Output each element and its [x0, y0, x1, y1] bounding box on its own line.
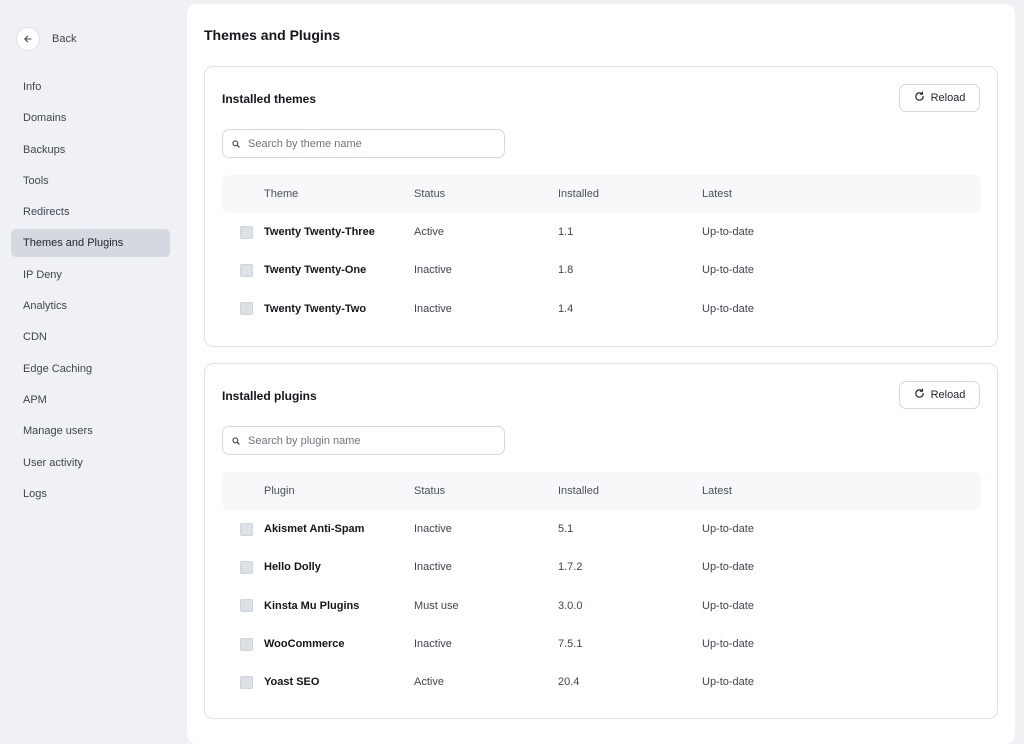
- plugin-name: Hello Dolly: [264, 561, 321, 574]
- table-row: Twenty Twenty-Two Inactive 1.4 Up-to-dat…: [222, 290, 981, 328]
- theme-status: Inactive: [414, 302, 452, 315]
- sidebar-item-user-activity[interactable]: User activity: [11, 449, 170, 477]
- themes-card: Installed themes Reload Theme Status Ins…: [204, 66, 998, 347]
- column-header-status: Status: [414, 188, 446, 200]
- theme-name: Twenty Twenty-Three: [264, 226, 375, 239]
- table-header: Plugin Status Installed Latest: [222, 472, 981, 510]
- row-checkbox[interactable]: [239, 560, 253, 574]
- reload-icon: [914, 91, 925, 105]
- sidebar-item-backups[interactable]: Backups: [11, 136, 170, 164]
- plugin-latest: Up-to-date: [702, 523, 754, 536]
- theme-latest: Up-to-date: [702, 264, 754, 277]
- plugins-card: Installed plugins Reload Plugin Status I…: [204, 363, 998, 719]
- table-row: Kinsta Mu Plugins Must use 3.0.0 Up-to-d…: [222, 587, 981, 625]
- table-row: WooCommerce Inactive 7.5.1 Up-to-date: [222, 625, 981, 663]
- main-panel: Themes and Plugins Installed themes Relo…: [187, 4, 1015, 744]
- column-header-installed: Installed: [558, 188, 599, 200]
- plugin-status: Active: [414, 676, 444, 689]
- plugins-table: Plugin Status Installed Latest Akismet A…: [222, 472, 981, 701]
- plugins-reload-button[interactable]: Reload: [899, 381, 980, 409]
- theme-latest: Up-to-date: [702, 226, 754, 239]
- row-checkbox[interactable]: [239, 522, 253, 536]
- row-checkbox[interactable]: [239, 599, 253, 613]
- theme-status: Inactive: [414, 264, 452, 277]
- plugin-search-input[interactable]: [248, 434, 488, 447]
- reload-label: Reload: [930, 92, 966, 104]
- row-checkbox[interactable]: [239, 637, 253, 651]
- themes-reload-button[interactable]: Reload: [899, 84, 980, 112]
- themes-table: Theme Status Installed Latest Twenty Twe…: [222, 175, 981, 328]
- sidebar-item-themes-and-plugins[interactable]: Themes and Plugins: [11, 229, 170, 258]
- theme-search-field[interactable]: [222, 129, 505, 158]
- table-row: Akismet Anti-Spam Inactive 5.1 Up-to-dat…: [222, 510, 981, 548]
- page-title: Themes and Plugins: [204, 27, 341, 43]
- row-checkbox[interactable]: [239, 263, 253, 277]
- themes-card-title: Installed themes: [222, 92, 317, 106]
- sidebar: Back Info Domains Backups Tools Redirect…: [0, 0, 186, 736]
- arrow-left-icon: [16, 27, 40, 51]
- plugin-status: Inactive: [414, 561, 452, 574]
- plugin-latest: Up-to-date: [702, 638, 754, 651]
- theme-installed-version: 1.1: [558, 226, 574, 239]
- plugin-installed-version: 5.1: [558, 523, 574, 536]
- search-icon: [232, 432, 240, 450]
- sidebar-item-cdn[interactable]: CDN: [11, 323, 170, 351]
- table-row: Twenty Twenty-Three Active 1.1 Up-to-dat…: [222, 213, 981, 251]
- column-header-plugin: Plugin: [264, 485, 295, 497]
- sidebar-item-info[interactable]: Info: [11, 73, 170, 101]
- column-header-latest: Latest: [702, 485, 732, 497]
- theme-name: Twenty Twenty-Two: [264, 302, 367, 315]
- plugin-name: Akismet Anti-Spam: [264, 523, 365, 536]
- row-checkbox[interactable]: [239, 675, 253, 689]
- sidebar-item-edge-caching[interactable]: Edge Caching: [11, 355, 170, 383]
- plugin-status: Inactive: [414, 523, 452, 536]
- row-checkbox[interactable]: [239, 225, 253, 239]
- back-button[interactable]: Back: [16, 27, 76, 51]
- plugin-name: WooCommerce: [264, 638, 345, 651]
- sidebar-item-analytics[interactable]: Analytics: [11, 292, 170, 320]
- plugin-installed-version: 20.4: [558, 676, 580, 689]
- sidebar-nav: Info Domains Backups Tools Redirects The…: [11, 73, 170, 511]
- table-row: Twenty Twenty-One Inactive 1.8 Up-to-dat…: [222, 251, 981, 289]
- sidebar-item-domains[interactable]: Domains: [11, 104, 170, 132]
- plugins-card-title: Installed plugins: [222, 389, 317, 403]
- theme-search-input[interactable]: [248, 137, 488, 150]
- reload-label: Reload: [930, 389, 966, 401]
- sidebar-item-ip-deny[interactable]: IP Deny: [11, 261, 170, 289]
- theme-installed-version: 1.4: [558, 302, 574, 315]
- plugin-installed-version: 7.5.1: [558, 638, 583, 651]
- sidebar-item-apm[interactable]: APM: [11, 386, 170, 414]
- sidebar-item-logs[interactable]: Logs: [11, 480, 170, 508]
- table-row: Yoast SEO Active 20.4 Up-to-date: [222, 663, 981, 701]
- table-row: Hello Dolly Inactive 1.7.2 Up-to-date: [222, 548, 981, 586]
- plugin-name: Kinsta Mu Plugins: [264, 599, 360, 612]
- plugin-installed-version: 3.0.0: [558, 599, 583, 612]
- sidebar-item-manage-users[interactable]: Manage users: [11, 417, 170, 445]
- plugin-status: Must use: [414, 599, 459, 612]
- plugin-installed-version: 1.7.2: [558, 561, 583, 574]
- theme-latest: Up-to-date: [702, 302, 754, 315]
- plugin-name: Yoast SEO: [264, 676, 320, 689]
- plugin-latest: Up-to-date: [702, 599, 754, 612]
- sidebar-item-tools[interactable]: Tools: [11, 167, 170, 195]
- plugin-latest: Up-to-date: [702, 676, 754, 689]
- plugin-latest: Up-to-date: [702, 561, 754, 574]
- back-label: Back: [52, 33, 77, 45]
- reload-icon: [914, 388, 925, 402]
- column-header-installed: Installed: [558, 485, 599, 497]
- sidebar-item-redirects[interactable]: Redirects: [11, 198, 170, 226]
- row-checkbox[interactable]: [239, 302, 253, 316]
- table-header: Theme Status Installed Latest: [222, 175, 981, 213]
- theme-name: Twenty Twenty-One: [264, 264, 367, 277]
- column-header-latest: Latest: [702, 188, 732, 200]
- plugin-search-field[interactable]: [222, 426, 505, 455]
- search-icon: [232, 135, 240, 153]
- column-header-status: Status: [414, 485, 446, 497]
- theme-installed-version: 1.8: [558, 264, 574, 277]
- column-header-theme: Theme: [264, 188, 299, 200]
- plugin-status: Inactive: [414, 638, 452, 651]
- theme-status: Active: [414, 226, 444, 239]
